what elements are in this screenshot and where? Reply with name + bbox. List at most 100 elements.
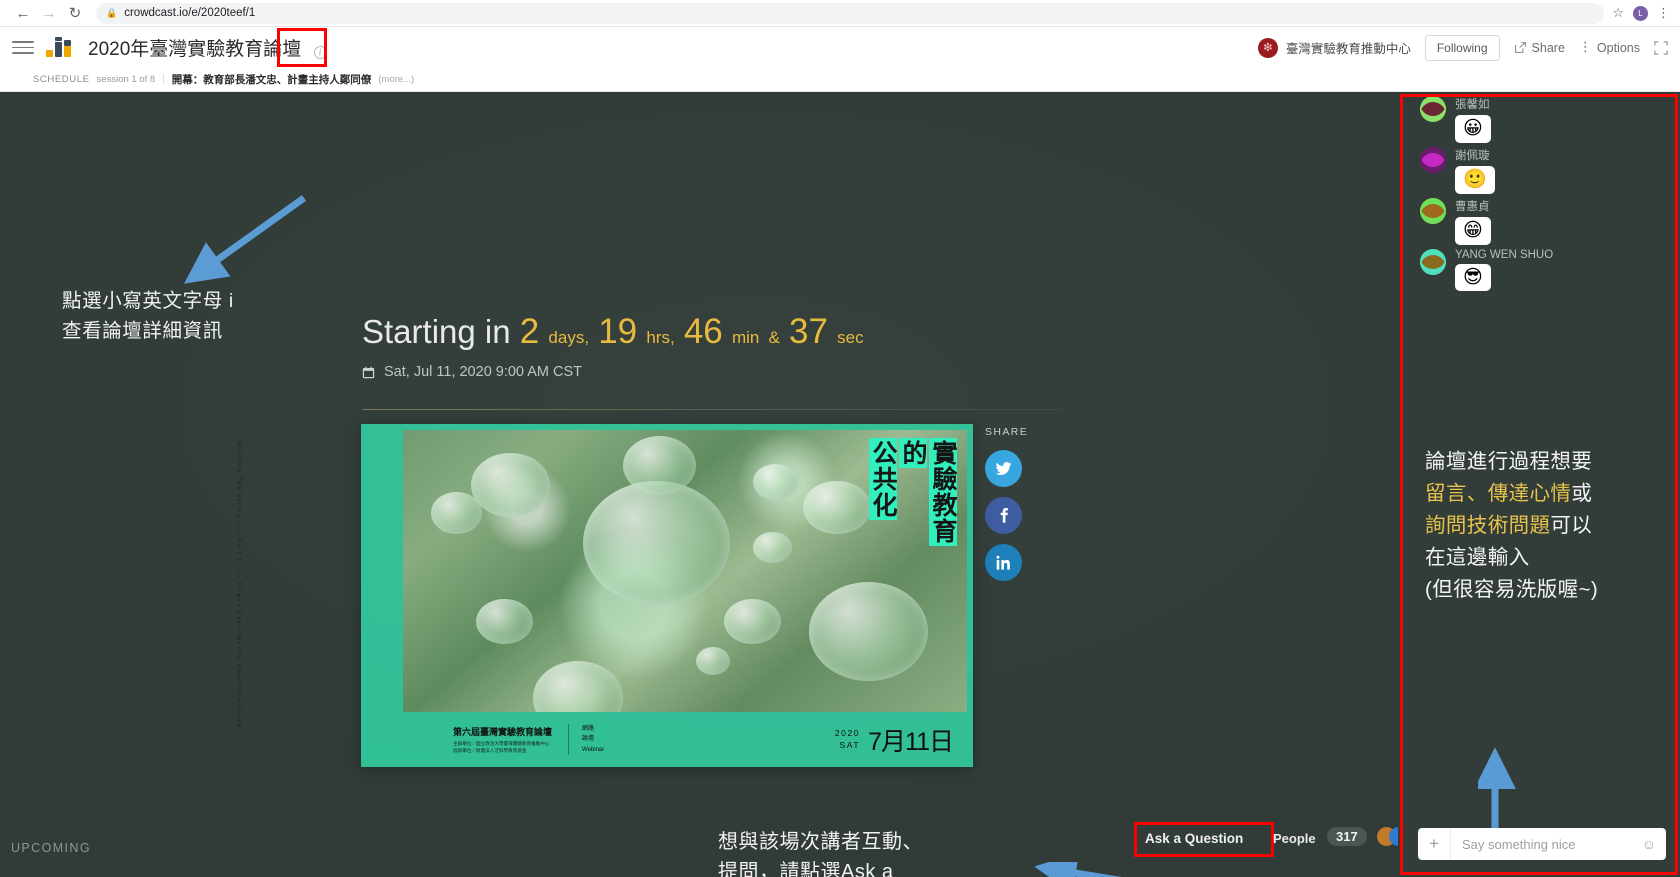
info-icon[interactable]: i (313, 45, 327, 59)
people-count-badge: 317 (1327, 827, 1367, 846)
event-date: Sat, Jul 11, 2020 9:00 AM CST (362, 364, 582, 380)
kebab-menu-icon[interactable]: ⋮ (1657, 6, 1670, 20)
poster-weekday: SAT (839, 739, 861, 750)
annotation-right-line3-highlight: 詢問技術問題 (1425, 513, 1551, 537)
crowdcast-logo-icon[interactable] (46, 36, 78, 59)
options-label: Options (1596, 40, 1640, 55)
url-text: crowdcast.io/e/2020teef/1 (124, 7, 256, 19)
countdown-days-unit: days, (548, 328, 590, 347)
poster-footer-sub: 主辦單位／國立政治大學臺灣實驗教育推動中心 協辦單位／財團法人泛科學教育基金 (453, 740, 550, 753)
poster-footer-mid: 網路 論壇 Webinar (568, 724, 604, 755)
annotation-right: 論壇進行過程想要 留言、傳達心情或 詢問技術問題可以 在這邊輸入 (但很容易洗版… (1425, 446, 1598, 606)
browser-chrome: ← → ↻ 🔒 crowdcast.io/e/2020teef/1 ☆ L ⋮ (0, 0, 1680, 27)
countdown-text: Starting in 2 days, 19 hrs, 46 min & 37 … (362, 312, 864, 352)
schedule-bar: SCHEDULE session 1 of 8 | 開幕：教育部長潘文忠、計畫主… (0, 68, 1680, 92)
share-label: Share (1531, 40, 1565, 55)
following-button[interactable]: Following (1424, 34, 1500, 61)
poster-footer-title: 第六屆臺灣實驗教育論壇 (453, 726, 553, 737)
annotation-right-line3-tail: 可以 (1550, 513, 1593, 537)
event-title-text: 2020年臺灣實驗教育論壇 (88, 39, 302, 60)
page-title: 2020年臺灣實驗教育論壇 i (88, 34, 327, 61)
people-label: People (1273, 831, 1316, 846)
countdown-prefix: Starting in (362, 313, 511, 350)
organizer-name: 臺灣實驗教育推動中心 (1285, 42, 1411, 56)
annotation-right-line4: 在這邊輸入 (1425, 545, 1530, 569)
options-button[interactable]: ⋮ Options (1578, 39, 1640, 55)
avatar[interactable]: L (1633, 5, 1648, 21)
countdown-minutes: 46 (683, 312, 723, 351)
chat-message: YANG WEN SHUO 😎 (1398, 245, 1680, 292)
annotation-right-line3: 詢問技術問題可以 (1425, 510, 1598, 542)
back-arrow-icon[interactable]: ← (10, 2, 36, 24)
annotation-right-line2-tail: 或 (1571, 481, 1593, 505)
twitter-icon[interactable] (985, 450, 1022, 487)
chat-message-author: 曹惠貞 (1455, 200, 1490, 213)
poster-vertical-1: 公共化 (869, 438, 898, 520)
plus-icon[interactable]: + (1418, 834, 1450, 854)
annotation-right-line5: (但很容易洗版喔~) (1425, 577, 1599, 601)
countdown-seconds-unit: sec (837, 328, 864, 347)
chat-message-body: 😎 (1455, 263, 1491, 292)
schedule-label: SCHEDULE (33, 74, 90, 85)
countdown-amp: & (768, 328, 780, 347)
schedule-more-link[interactable]: (more...) (378, 74, 414, 85)
chat-message: 謝佩璇 🙂 (1398, 143, 1680, 194)
event-poster: Building The Spring —— Part 2 —— Taiwan … (236, 424, 973, 767)
chat-message-author: 張馨如 (1455, 99, 1490, 111)
chat-message-author: YANG WEN SHUO (1455, 248, 1554, 261)
stage-bottom-bar: Ask a Question People 317 (0, 819, 1420, 877)
hamburger-menu-icon[interactable] (12, 41, 34, 54)
chat-message-body: 😁 (1455, 216, 1491, 245)
chat-message: 曹惠貞 😁 (1398, 194, 1680, 245)
chat-message-body: 🙂 (1455, 165, 1495, 194)
annotation-left-line2: 查看論壇詳細資訊 (62, 320, 223, 343)
kebab-menu-icon: ⋮ (1578, 39, 1592, 55)
fullscreen-icon[interactable] (1654, 40, 1668, 55)
share-button[interactable]: Share (1514, 41, 1565, 55)
divider: | (162, 74, 165, 85)
chat-message-author: 謝佩璇 (1455, 149, 1490, 162)
chat-panel: 張馨如 😀 謝佩璇 🙂 曹惠貞 😁 YANG WEN SHUO 😎 論壇進行過程想要 留言、傳… (1398, 92, 1680, 877)
share-icon (1514, 42, 1526, 53)
facebook-icon[interactable] (985, 497, 1022, 534)
address-bar[interactable]: 🔒 crowdcast.io/e/2020teef/1 (96, 2, 1605, 24)
session-count: session 1 of 8 (96, 74, 156, 85)
chat-message-body: 😀 (1455, 115, 1491, 143)
forward-arrow-icon[interactable]: → (36, 2, 62, 24)
countdown-seconds: 37 (789, 312, 828, 351)
countdown-hours-unit: hrs, (646, 328, 675, 347)
avatar (1420, 248, 1446, 275)
annotation-right-line2: 留言、傳達心情或 (1425, 478, 1598, 510)
ask-highlight-box (1134, 822, 1274, 857)
event-date-text: Sat, Jul 11, 2020 9:00 AM CST (384, 364, 583, 380)
lock-icon: 🔒 (106, 7, 118, 18)
poster-photo: 公共化 的 實驗教育 (403, 430, 967, 712)
avatar (1420, 96, 1446, 122)
organizer[interactable]: ❇ 臺灣實驗教育推動中心 (1257, 37, 1411, 58)
chat-message: 張馨如 😀 (1398, 92, 1680, 143)
countdown-days: 2 (519, 312, 540, 351)
annotation-left-line1: 點選小寫英文字母 i (62, 290, 234, 312)
poster-vertical-2: 的 (899, 438, 928, 468)
avatar (1420, 197, 1446, 224)
poster-vertical-3: 實驗教育 (929, 438, 958, 546)
share-rail: SHARE (985, 426, 1045, 591)
avatar (1420, 146, 1446, 173)
annotation-left: 點選小寫英文字母 i 查看論壇詳細資訊 (62, 286, 234, 346)
divider (362, 409, 1062, 410)
session-topic: 開幕：教育部長潘文忠、計畫主持人鄭同僚 (171, 74, 372, 86)
arrow-left-icon (184, 195, 307, 284)
smiley-icon[interactable]: ☺ (1642, 836, 1666, 852)
reload-icon[interactable]: ↻ (62, 2, 88, 24)
poster-date: 2020 SAT 7月11日 (835, 722, 954, 758)
chat-input[interactable]: Say something nice (1451, 837, 1642, 852)
star-icon[interactable]: ☆ (1612, 5, 1624, 21)
annotation-right-line1: 論壇進行過程想要 (1425, 450, 1593, 473)
poster-date-big: 7月11日 (868, 727, 954, 756)
app-header: 2020年臺灣實驗教育論壇 i ❇ 臺灣實驗教育推動中心 Following S… (0, 27, 1680, 68)
calendar-icon (362, 366, 375, 378)
poster-footer: 第六屆臺灣實驗教育論壇 主辦單位／國立政治大學臺灣實驗教育推動中心 協辦單位／財… (367, 712, 967, 767)
chat-input-row[interactable]: + Say something nice ☺ (1418, 828, 1666, 860)
linkedin-icon[interactable] (985, 544, 1022, 581)
share-caption: SHARE (985, 426, 1029, 438)
